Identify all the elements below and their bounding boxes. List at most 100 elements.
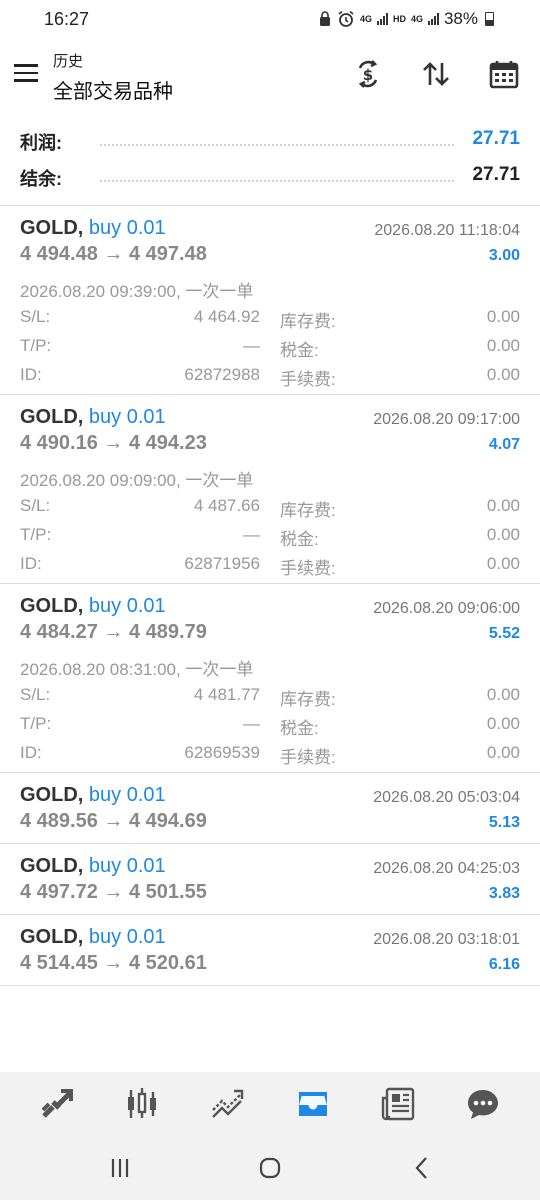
- dotted-leader: [100, 180, 454, 182]
- recent-apps-icon: [111, 1159, 129, 1177]
- trade-symbol-line: GOLD, buy 0.01: [20, 217, 166, 240]
- nav-quotes[interactable]: [31, 1078, 83, 1130]
- trade-item[interactable]: GOLD, buy 0.01 4 514.45 → 4 520.61 2026.…: [0, 915, 540, 986]
- tp-value: —: [243, 336, 260, 355]
- svg-text:$: $: [363, 66, 373, 84]
- trade-profit: 4.07: [488, 436, 520, 453]
- recent-apps-button[interactable]: [100, 1150, 140, 1186]
- history-icon: [298, 1092, 327, 1116]
- profit-row: 利润: 27.71: [0, 122, 540, 158]
- id-label: ID:: [20, 743, 42, 762]
- id-value: 62869539: [184, 743, 260, 762]
- trade-side: buy 0.01: [88, 217, 166, 239]
- symbol-filter-title[interactable]: 全部交易品种: [53, 75, 173, 104]
- trade-symbol-line: GOLD, buy 0.01: [20, 855, 166, 878]
- trade-symbol-line: GOLD, buy 0.01: [20, 926, 166, 949]
- sort-button[interactable]: [418, 56, 454, 92]
- trade-close-time: 2026.08.20 09:17:00: [373, 411, 520, 428]
- id-value: 62871956: [184, 554, 260, 573]
- balance-value: 27.71: [472, 164, 520, 185]
- nav-news[interactable]: [372, 1078, 424, 1130]
- network-4g-label-2: 4G: [410, 13, 423, 24]
- trade-item[interactable]: GOLD, buy 0.01 4 497.72 → 4 501.55 2026.…: [0, 844, 540, 915]
- nav-chat[interactable]: [457, 1078, 509, 1130]
- home-button[interactable]: [250, 1150, 290, 1186]
- balance-label: 结余:: [20, 169, 62, 189]
- trade-symbol-line: GOLD, buy 0.01: [20, 595, 166, 618]
- tax-label: 税金:: [280, 719, 319, 738]
- trade-profit: 3.00: [488, 247, 520, 264]
- trade-prices: 4 514.45 → 4 520.61: [20, 952, 207, 974]
- balance-row: 结余: 27.71: [0, 158, 540, 194]
- system-navigation-bar: [0, 1136, 540, 1200]
- header-subtitle: 历史: [53, 53, 84, 70]
- trade-item[interactable]: GOLD, buy 0.01 4 490.16 → 4 494.23 2026.…: [0, 395, 540, 584]
- dollar-exchange-icon: $: [358, 60, 378, 88]
- battery-percent: 38%: [443, 9, 478, 28]
- tp-label: T/P:: [20, 714, 52, 733]
- tp-value: —: [243, 525, 260, 544]
- trade-side: buy 0.01: [88, 926, 166, 948]
- trade-symbol: GOLD,: [20, 217, 84, 239]
- fee-label: 手续费:: [280, 559, 336, 578]
- trade-close-time: 2026.08.20 09:06:00: [373, 600, 520, 617]
- trade-profit: 3.83: [488, 885, 520, 902]
- trade-side: buy 0.01: [88, 784, 166, 806]
- trade-profit: 5.13: [488, 814, 520, 831]
- nav-chart[interactable]: [116, 1078, 168, 1130]
- trade-side: buy 0.01: [88, 406, 166, 428]
- swap-value: 0.00: [486, 685, 520, 704]
- sl-value: 4 487.66: [193, 496, 260, 515]
- trade-profit: 5.52: [488, 625, 520, 642]
- trade-symbol: GOLD,: [20, 406, 84, 428]
- trade-symbol-line: GOLD, buy 0.01: [20, 784, 166, 807]
- nav-trade[interactable]: [201, 1078, 253, 1130]
- fee-value: 0.00: [486, 365, 520, 384]
- news-icon: [381, 1087, 415, 1121]
- quotes-icon: [41, 1089, 73, 1118]
- currency-filter-button[interactable]: $: [350, 56, 386, 92]
- trade-icon: [212, 1089, 244, 1118]
- trade-side: buy 0.01: [88, 595, 166, 617]
- nav-history[interactable]: [287, 1078, 339, 1130]
- trade-close-time: 2026.08.20 03:18:01: [373, 931, 520, 948]
- status-bar: 16:27 4G HD 4G 38%: [0, 0, 540, 40]
- back-icon: [415, 1157, 427, 1179]
- trade-symbol: GOLD,: [20, 784, 84, 806]
- signal-icon: [376, 13, 388, 25]
- trade-item[interactable]: GOLD, buy 0.01 4 489.56 → 4 494.69 2026.…: [0, 773, 540, 844]
- trade-open-info: 2026.08.20 08:31:00, 一次一单: [20, 660, 254, 679]
- sl-label: S/L:: [20, 685, 51, 704]
- trade-close-time: 2026.08.20 11:18:04: [374, 222, 520, 239]
- sl-value: 4 481.77: [193, 685, 260, 704]
- trade-side: buy 0.01: [88, 855, 166, 877]
- trade-symbol: GOLD,: [20, 595, 84, 617]
- trade-prices: 4 489.56 → 4 494.69: [20, 810, 207, 832]
- swap-value: 0.00: [486, 307, 520, 326]
- calendar-icon: [489, 61, 519, 89]
- chart-icon: [127, 1088, 156, 1118]
- chat-icon: [468, 1090, 499, 1119]
- trade-symbol: GOLD,: [20, 855, 84, 877]
- swap-label: 库存费:: [280, 312, 336, 331]
- sl-label: S/L:: [20, 307, 51, 326]
- back-button[interactable]: [402, 1150, 442, 1186]
- signal-icon-2: [427, 13, 439, 25]
- tax-value: 0.00: [486, 714, 520, 733]
- trade-prices: 4 497.72 → 4 501.55: [20, 881, 207, 903]
- tp-value: —: [243, 714, 260, 733]
- trade-profit: 6.16: [488, 956, 520, 973]
- id-value: 62872988: [184, 365, 260, 384]
- tax-value: 0.00: [486, 336, 520, 355]
- trade-item[interactable]: GOLD, buy 0.01 4 494.48 → 4 497.48 2026.…: [0, 206, 540, 395]
- profit-label: 利润:: [20, 133, 62, 153]
- period-button[interactable]: [486, 56, 522, 92]
- lock-notification-icon: [319, 11, 330, 26]
- tax-label: 税金:: [280, 530, 319, 549]
- sort-arrows-icon: [423, 62, 449, 86]
- trade-item[interactable]: GOLD, buy 0.01 4 484.27 → 4 489.79 2026.…: [0, 584, 540, 773]
- menu-icon[interactable]: [14, 64, 38, 82]
- tp-label: T/P:: [20, 525, 52, 544]
- summary-panel: 利润: 27.71 结余: 27.71: [0, 122, 540, 194]
- status-icons: 4G HD 4G 38%: [318, 9, 494, 29]
